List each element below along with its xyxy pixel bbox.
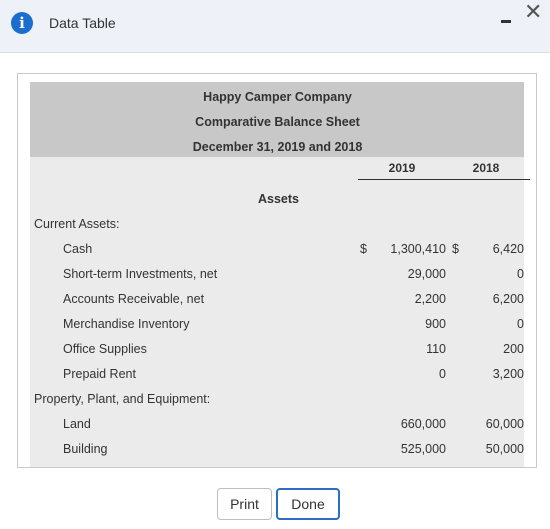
column-header-2019: 2019 (358, 161, 446, 180)
short-term-investments-2019: 29,000 (407, 267, 446, 281)
office-supplies-2019: 110 (426, 342, 446, 356)
row-label-merchandise-inventory: Merchandise Inventory (63, 317, 190, 331)
row-label-accounts-receivable: Accounts Receivable, net (63, 292, 205, 306)
cash-2018: 6,420 (492, 242, 524, 256)
column-header-2018: 2018 (442, 161, 530, 180)
short-term-investments-2018: 0 (517, 267, 524, 281)
dollar-sign-2018: $ (452, 242, 459, 256)
merchandise-inventory-2019: 900 (425, 317, 446, 331)
minimize-icon[interactable] (501, 17, 511, 24)
dollar-sign-2019: $ (360, 242, 367, 256)
prepaid-rent-2018: 3,200 (492, 367, 524, 381)
office-supplies-2018: 200 (503, 342, 524, 356)
group-heading-current-assets: Current Assets: (34, 217, 120, 231)
row-label-short-term-investments: Short-term Investments, net (63, 267, 218, 281)
land-2019: 660,000 (400, 417, 446, 431)
merchandise-inventory-2018: 0 (517, 317, 524, 331)
section-heading-assets: Assets (258, 192, 299, 206)
building-2019: 525,000 (400, 442, 446, 456)
statement-date: December 31, 2019 and 2018 (192, 140, 363, 154)
land-2018: 60,000 (485, 417, 524, 431)
table-frame[interactable]: Happy Camper Company Comparative Balance… (17, 73, 537, 468)
row-label-prepaid-rent: Prepaid Rent (63, 367, 136, 381)
statement-name: Comparative Balance Sheet (195, 115, 360, 129)
row-label-building: Building (63, 442, 108, 456)
group-heading-ppe: Property, Plant, and Equipment: (34, 392, 211, 406)
done-button[interactable]: Done (276, 488, 340, 520)
row-label-cash: Cash (63, 242, 93, 256)
dialog-title: Data Table (49, 15, 116, 31)
print-button[interactable]: Print (217, 488, 272, 520)
info-icon: i (11, 12, 33, 34)
company-name: Happy Camper Company (203, 90, 352, 104)
accounts-receivable-2018: 6,200 (492, 292, 524, 306)
cash-2019: 1,300,410 (390, 242, 446, 256)
balance-sheet: Happy Camper Company Comparative Balance… (30, 82, 530, 467)
close-icon[interactable]: ✕ (524, 2, 542, 24)
dialog-header: i Data Table ✕ (0, 0, 550, 53)
row-label-land: Land (63, 417, 91, 431)
row-label-office-supplies: Office Supplies (63, 342, 147, 356)
building-2018: 50,000 (485, 442, 524, 456)
prepaid-rent-2019: 0 (439, 367, 446, 381)
accounts-receivable-2019: 2,200 (414, 292, 446, 306)
